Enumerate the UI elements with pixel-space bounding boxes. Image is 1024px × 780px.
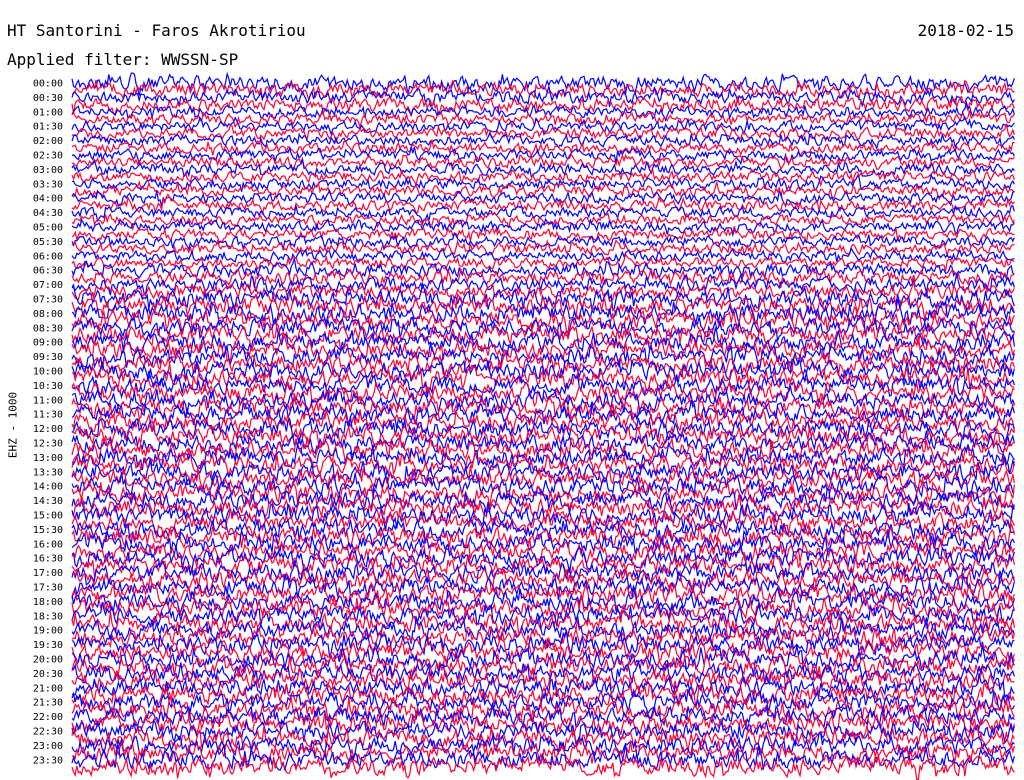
time-tick-label: 14:00 [33, 482, 63, 493]
time-tick-label: 04:00 [33, 194, 63, 205]
time-tick-label: 09:30 [33, 352, 63, 363]
time-tick-label: 13:30 [33, 467, 63, 478]
time-tick-label: 14:30 [33, 496, 63, 507]
time-tick-label: 00:30 [33, 93, 63, 104]
seismic-trace [71, 226, 1015, 245]
time-tick-label: 00:00 [33, 79, 63, 90]
time-tick-label: 20:30 [33, 669, 63, 680]
time-tick-label: 08:30 [33, 323, 63, 334]
time-tick-label: 19:30 [33, 640, 63, 651]
time-tick-label: 15:30 [33, 525, 63, 536]
time-tick-label: 08:00 [33, 309, 63, 320]
time-tick-label: 16:00 [33, 539, 63, 550]
time-tick-label: 04:30 [33, 208, 63, 219]
time-tick-label: 19:00 [33, 626, 63, 637]
time-tick-label: 12:30 [33, 439, 63, 450]
time-tick-label: 05:00 [33, 223, 63, 234]
time-tick-label: 01:30 [33, 122, 63, 133]
time-tick-label: 12:00 [33, 424, 63, 435]
time-tick-label: 11:00 [33, 395, 63, 406]
time-tick-label: 10:30 [33, 381, 63, 392]
time-tick-label: 23:30 [33, 755, 63, 766]
time-tick-label: 18:30 [33, 611, 63, 622]
seismic-trace [71, 529, 1015, 559]
seismic-trace [71, 400, 1015, 429]
time-tick-label: 02:30 [33, 151, 63, 162]
time-tick-label: 02:00 [33, 136, 63, 147]
time-tick-label: 07:30 [33, 295, 63, 306]
trace-group [71, 71, 1015, 780]
time-tick-label: 17:30 [33, 583, 63, 594]
seismic-trace [71, 567, 1015, 594]
time-tick-label: 03:00 [33, 165, 63, 176]
tick-label-group: 00:00 00:30 01:00 01:30 02:00 02:30 03:00 03:30… [33, 79, 63, 767]
time-tick-label: 01:00 [33, 107, 63, 118]
time-tick-label: 15:00 [33, 511, 63, 522]
seismic-trace [71, 754, 1015, 780]
time-tick-label: 16:30 [33, 554, 63, 565]
time-tick-label: 21:00 [33, 683, 63, 694]
time-tick-label: 23:00 [33, 741, 63, 752]
time-tick-label: 22:30 [33, 727, 63, 738]
time-tick-label: 13:00 [33, 453, 63, 464]
time-tick-label: 05:30 [33, 237, 63, 248]
time-tick-label: 06:00 [33, 251, 63, 262]
time-tick-label: 11:30 [33, 410, 63, 421]
time-tick-label: 17:00 [33, 568, 63, 579]
time-tick-label: 07:00 [33, 280, 63, 291]
helicorder-plot: 00:00 00:30 01:00 01:30 02:00 02:30 03:00 03:30… [33, 71, 1015, 780]
time-tick-label: 06:30 [33, 266, 63, 277]
time-tick-label: 22:00 [33, 712, 63, 723]
time-tick-label: 03:30 [33, 179, 63, 190]
time-tick-label: 21:30 [33, 698, 63, 709]
time-tick-label: 20:00 [33, 655, 63, 666]
time-tick-label: 10:00 [33, 367, 63, 378]
time-tick-label: 18:00 [33, 597, 63, 608]
time-tick-label: 09:00 [33, 338, 63, 349]
